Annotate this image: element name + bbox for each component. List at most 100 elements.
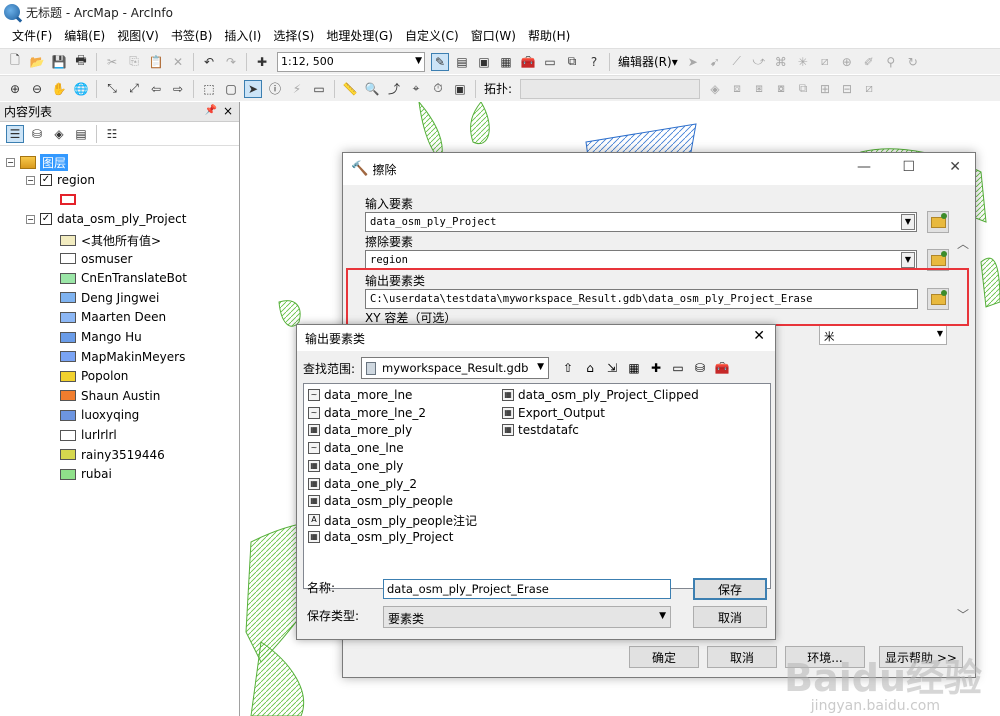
file-item[interactable]: ▦ data_osm_ply_Project [308,530,453,544]
save-icon[interactable]: 💾 [50,53,68,71]
trace-icon[interactable]: ⌘ [772,53,790,71]
arctoolbox-icon[interactable]: 🧰 [519,53,537,71]
legend-class-item[interactable]: lurlrlrl [60,428,117,442]
unit-combo[interactable]: 米 [819,325,947,345]
html-popup-icon[interactable]: ▭ [310,80,328,98]
menu-windows[interactable]: 窗口(W) [465,24,522,48]
save-button[interactable]: 保存 [693,578,767,600]
browse-input-button[interactable] [927,211,949,233]
pan-icon[interactable]: ✋ [50,80,68,98]
erase-features-combo[interactable]: region [365,250,917,270]
legend-class-item[interactable]: Maarten Deen [60,310,166,324]
clear-selection-icon[interactable]: ▢ [222,80,240,98]
legend-class-item[interactable]: <其他所有值> [60,232,161,249]
file-item[interactable]: ~ data_one_lne [308,441,404,455]
go-to-xy-icon[interactable]: ⌖ [407,80,425,98]
save-as-type-combo[interactable]: 要素类 ▼ [383,606,671,628]
legend-class-item[interactable]: rubai [60,467,112,481]
legend-class-item[interactable]: osmuser [60,252,132,266]
editor-menu[interactable]: 编辑器(R)▾ [614,53,682,70]
toc-window-icon[interactable]: ▤ [453,53,471,71]
list-by-source-icon[interactable]: ⛁ [28,125,46,143]
up-level-icon[interactable]: ⇧ [559,359,577,377]
endpoint-arc-icon[interactable]: ⤻ [750,53,768,71]
name-input[interactable]: data_osm_ply_Project_Erase [383,579,671,599]
edit-tool-icon[interactable]: ➤ [684,53,702,71]
legend-class-item[interactable]: MapMakinMeyers [60,350,185,364]
catalog-window-icon[interactable]: ▣ [475,53,493,71]
file-item[interactable]: ▦ testdatafc [502,423,579,437]
back-icon[interactable]: ⇦ [147,80,165,98]
menu-bookmarks[interactable]: 书签(B) [165,24,219,48]
select-features-icon[interactable]: ⬚ [200,80,218,98]
menu-selection[interactable]: 选择(S) [267,24,320,48]
menu-view[interactable]: 视图(V) [111,24,165,48]
list-by-selection-icon[interactable]: ▤ [72,125,90,143]
topology-tool-3-icon[interactable]: ⧇ [772,80,790,98]
open-icon[interactable]: 📂 [28,53,46,71]
file-item[interactable]: ▦ data_more_ply [308,423,412,437]
fixed-zoom-in-icon[interactable]: ⤡ [103,80,121,98]
search-window-icon[interactable]: ▦ [497,53,515,71]
measure-icon[interactable]: 📏 [341,80,359,98]
cut-icon[interactable]: ✂ [103,53,121,71]
list-by-drawing-order-icon[interactable]: ☰ [6,124,24,143]
topology-tool-5-icon[interactable]: ⊞ [816,80,834,98]
menu-edit[interactable]: 编辑(E) [58,24,111,48]
python-window-icon[interactable]: ▭ [541,53,559,71]
look-in-combo[interactable]: myworkspace_Result.gdb ▼ [361,357,550,379]
zoom-in-icon[interactable]: ⊕ [6,80,24,98]
undo-icon[interactable]: ↶ [200,53,218,71]
menu-insert[interactable]: 插入(I) [218,24,267,48]
rotate-icon[interactable]: ↻ [904,53,922,71]
topology-edit-icon[interactable]: ◈ [706,80,724,98]
menu-file[interactable]: 文件(F) [6,24,58,48]
identify-icon[interactable]: ⓘ [266,80,284,98]
zoom-out-icon[interactable]: ⊖ [28,80,46,98]
find-icon[interactable]: 🔍 [363,80,381,98]
tree-node-data-osm-ply-project[interactable]: − ✓ data_osm_ply_Project [26,212,186,226]
file-item[interactable]: ▦ data_osm_ply_Project_Clipped [502,388,699,402]
topology-tool-6-icon[interactable]: ⊟ [838,80,856,98]
layer-visibility-checkbox[interactable]: ✓ [40,213,52,225]
home-icon[interactable]: ⌂ [581,359,599,377]
file-item[interactable]: ▦ Export_Output [502,406,605,420]
toolbox-icon[interactable]: 🧰 [713,359,731,377]
file-item[interactable]: Adata_osm_ply_people注记 [308,512,477,529]
legend-class-item[interactable]: CnEnTranslateBot [60,271,187,285]
whats-this-icon[interactable]: ? [585,53,603,71]
add-data-icon[interactable]: ✚ [253,53,271,71]
editor-toolbar-icon[interactable]: ✎ [431,52,449,71]
time-slider-icon[interactable]: ⏱ [429,80,447,98]
new-folder-icon[interactable]: ✚ [647,359,665,377]
ok-button[interactable]: 确定 [629,646,699,668]
file-item[interactable]: ▦ data_osm_ply_people [308,494,453,508]
cancel-button[interactable]: 取消 [693,606,767,628]
layer-visibility-checkbox[interactable]: ✓ [40,174,52,186]
scroll-up-icon[interactable]: ︿ [957,235,969,252]
topology-combo[interactable] [520,78,701,99]
reshape-icon[interactable]: ⊕ [838,53,856,71]
map-scale-combo[interactable]: 1:12, 500 ▼ [277,51,425,72]
collapse-icon[interactable]: − [26,175,35,185]
legend-class-item[interactable]: luoxyqing [60,408,139,422]
connect-folder-icon[interactable]: ⇲ [603,359,621,377]
redo-icon[interactable]: ↷ [222,53,240,71]
tree-node-region[interactable]: − ✓ region [26,173,95,187]
hyperlink-icon[interactable]: ⚡ [288,80,306,98]
file-item[interactable]: ▦ data_one_ply [308,459,403,473]
chevron-down-icon[interactable]: ▼ [901,252,915,268]
delete-icon[interactable]: ✕ [169,53,187,71]
file-item[interactable]: ~ data_more_lne [308,388,412,402]
menu-customize[interactable]: 自定义(C) [399,24,465,48]
close-icon[interactable]: × [223,104,233,118]
close-icon[interactable]: ✕ [949,159,961,175]
scroll-down-icon[interactable]: ﹀ [957,606,969,623]
forward-icon[interactable]: ⇨ [169,80,187,98]
region-symbol[interactable] [60,194,81,205]
topology-tool-2-icon[interactable]: ⧆ [750,80,768,98]
split-icon[interactable]: ⚲ [882,53,900,71]
paste-icon[interactable]: 📋 [147,53,165,71]
close-icon[interactable]: ✕ [753,328,765,344]
chevron-down-icon[interactable]: ▼ [933,327,947,343]
